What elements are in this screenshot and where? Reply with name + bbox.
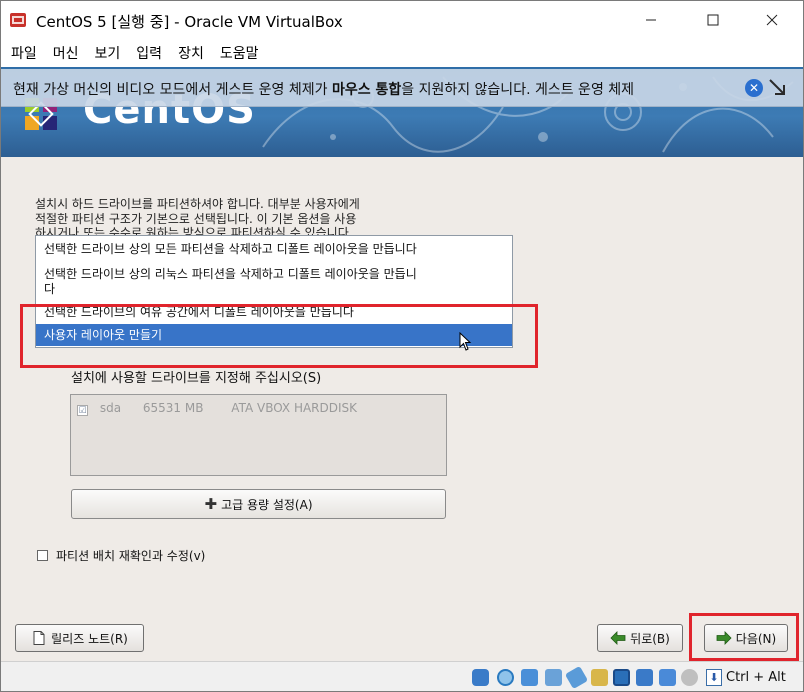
status-bar: ⬇ Ctrl + Alt	[1, 661, 803, 691]
optical-drive-icon[interactable]	[497, 669, 514, 686]
shared-folder-icon[interactable]	[591, 669, 608, 686]
back-label: 뒤로(B)	[630, 631, 670, 646]
hard-disk-icon[interactable]	[472, 669, 489, 686]
mouse-integration-notice: 현재 가상 머신의 비디오 모드에서 게스트 운영 체제가 마우스 통합을 지원…	[1, 69, 803, 107]
drive-select-label: 설치에 사용할 드라이브를 지정해 주십시오(S)	[71, 371, 322, 386]
maximize-button[interactable]	[690, 1, 736, 39]
video-capture-icon[interactable]	[636, 669, 653, 686]
usb-icon[interactable]	[564, 665, 589, 690]
network-icon[interactable]	[545, 669, 562, 686]
notice-text-bold: 마우스 통합	[331, 82, 402, 98]
back-button[interactable]: 뒤로(B)	[597, 624, 683, 652]
document-icon	[33, 631, 45, 645]
menu-file[interactable]: 파일	[11, 43, 37, 63]
layout-option-remove-linux-cont[interactable]: 다	[36, 280, 512, 297]
menu-bar: 파일 머신 보기 입력 장치 도움말	[1, 39, 803, 67]
mouse-cursor-icon	[459, 332, 472, 351]
cpu-icon[interactable]	[681, 669, 698, 686]
plus-icon: ✚	[204, 495, 218, 513]
minimize-icon	[646, 19, 656, 21]
host-key-label: Ctrl + Alt	[726, 670, 786, 685]
drive-name: sda	[99, 401, 122, 415]
menu-input[interactable]: 입력	[136, 43, 162, 63]
audio-icon[interactable]	[521, 669, 538, 686]
window-title: CentOS 5 [실행 중] - Oracle VM VirtualBox	[36, 13, 343, 31]
centos-banner: CentOS 현재 가상 머신의 비디오 모드에서 게스트 운영 체제가 마우스…	[1, 67, 803, 157]
collapse-arrow-icon[interactable]	[767, 77, 789, 99]
annotation-highlight-box-next	[689, 613, 799, 661]
menu-devices[interactable]: 장치	[178, 43, 204, 63]
menu-help[interactable]: 도움말	[220, 43, 259, 63]
review-checkbox-label: 파티션 배치 재확인과 수정(v)	[56, 549, 206, 563]
drive-row[interactable]: ☑ sda 65531 MB ATA VBOX HARDDISK	[77, 401, 357, 416]
host-key-icon[interactable]: ⬇	[706, 669, 722, 686]
guest-display[interactable]: CentOS 현재 가상 머신의 비디오 모드에서 게스트 운영 체제가 마우스…	[1, 67, 803, 661]
advanced-storage-button[interactable]: ✚ 고급 용량 설정(A)	[71, 489, 446, 519]
layout-option-remove-all[interactable]: 선택한 드라이브 상의 모든 파티션을 삭제하고 디폴트 레이아웃을 만듭니다	[36, 240, 512, 257]
notice-text-part2: 을 지원하지 않습니다. 게스트 운영 체제	[401, 82, 635, 98]
menu-machine[interactable]: 머신	[53, 43, 79, 63]
maximize-icon	[707, 14, 719, 26]
minimize-button[interactable]	[628, 1, 674, 39]
review-partition-option[interactable]: 파티션 배치 재확인과 수정(v)	[37, 547, 205, 564]
menu-view[interactable]: 보기	[95, 43, 121, 63]
intro-text: 설치시 하드 드라이브를 파티션하셔야 합니다. 대부분 사용자에게 적절한 파…	[35, 197, 435, 237]
notice-text-part1: 현재 가상 머신의 비디오 모드에서 게스트 운영 체제가	[13, 82, 332, 98]
display-icon[interactable]	[613, 669, 630, 686]
release-notes-label: 릴리즈 노트(R)	[51, 631, 128, 646]
close-button[interactable]	[749, 1, 795, 39]
drive-list[interactable]: ☑ sda 65531 MB ATA VBOX HARDDISK	[70, 394, 447, 476]
release-notes-button[interactable]: 릴리즈 노트(R)	[15, 624, 144, 652]
close-icon	[766, 14, 778, 26]
virtualbox-app-icon	[10, 13, 26, 27]
intro-line-1: 설치시 하드 드라이브를 파티션하셔야 합니다. 대부분 사용자에게	[35, 197, 360, 211]
title-bar[interactable]: CentOS 5 [실행 중] - Oracle VM VirtualBox	[1, 1, 803, 39]
notice-text: 현재 가상 머신의 비디오 모드에서 게스트 운영 체제가 마우스 통합을 지원…	[13, 79, 634, 99]
review-checkbox[interactable]	[37, 550, 48, 561]
drive-model: ATA VBOX HARDDISK	[231, 401, 358, 415]
arrow-left-icon	[610, 631, 626, 645]
drive-checkbox[interactable]: ☑	[77, 405, 88, 416]
mouse-integration-icon[interactable]	[659, 669, 676, 686]
drive-size: 65531 MB	[142, 401, 204, 415]
virtualbox-window: CentOS 5 [실행 중] - Oracle VM VirtualBox 파…	[0, 0, 804, 692]
advanced-storage-label: 고급 용량 설정(A)	[221, 497, 313, 512]
close-circle-icon[interactable]: ✕	[745, 79, 763, 97]
intro-line-2: 적절한 파티션 구조가 기본으로 선택됩니다. 이 기본 옵션을 사용	[35, 211, 357, 226]
intro-text-area: 설치시 하드 드라이브를 파티션하셔야 합니다. 대부분 사용자에게 적절한 파…	[31, 195, 451, 237]
